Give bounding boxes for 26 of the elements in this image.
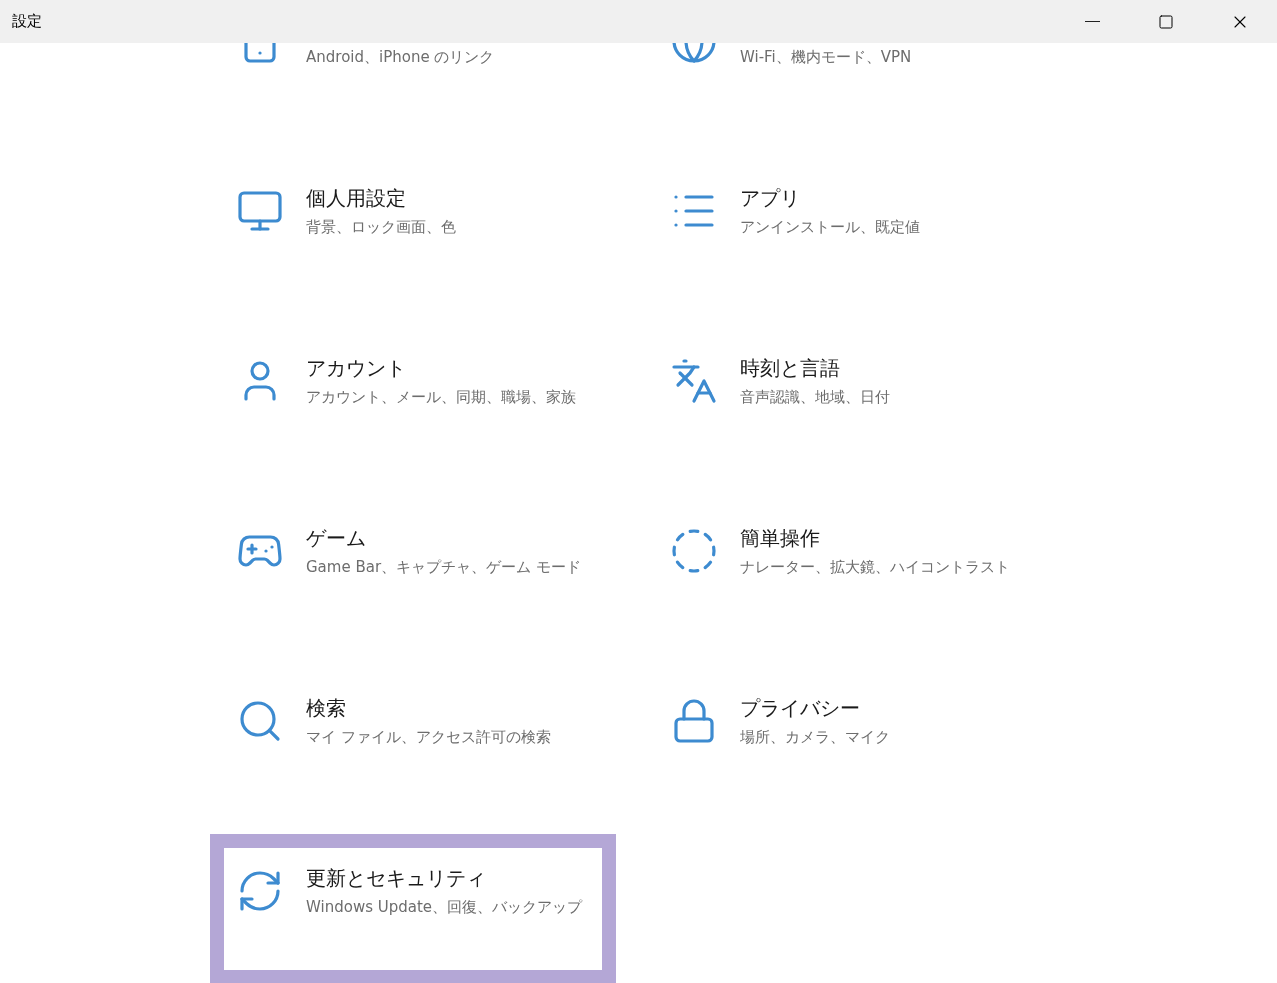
minimize-icon [1084,20,1100,23]
tile-description: 背景、ロック画面、色 [306,217,457,238]
settings-tile[interactable]: 更新とセキュリティ Windows Update、回復、バックアップ [210,834,616,983]
tile-title: アカウント [306,355,407,382]
tile-description: Android、iPhone のリンク [306,47,496,68]
tile-title: 個人用設定 [306,185,407,212]
tile-title: アプリ [740,185,801,212]
tile-title: 検索 [306,695,347,722]
window-title: 設定 [11,11,42,33]
tile-description: 場所、カメラ、マイク [740,727,891,748]
tile-description: アカウント、メール、同期、職場、家族 [306,387,577,408]
language-icon [670,357,718,405]
tile-title: 簡単操作 [740,525,821,552]
tile-description: 音声認識、地域、日付 [740,387,891,408]
tile-description: マイ ファイル、アクセス許可の検索 [306,727,552,748]
maximize-icon [1158,13,1174,30]
tile-description: Windows Update、回復、バックアップ [306,897,584,918]
tile-description: ナレーター、拡大鏡、ハイコントラスト [740,557,1011,578]
tile-title: プライバシー [740,695,861,722]
tile-description: Game Bar、キャプチャ、ゲーム モード [306,557,582,578]
tile-title: 時刻と言語 [740,355,841,382]
tile-title: 更新とセキュリティ [306,865,487,892]
dashed-circle-icon [670,527,718,575]
tile-description: Wi-Fi、機内モード、VPN [740,47,913,68]
tile-description: アンインストール、既定値 [740,217,921,238]
tile-title: ゲーム [306,525,367,552]
